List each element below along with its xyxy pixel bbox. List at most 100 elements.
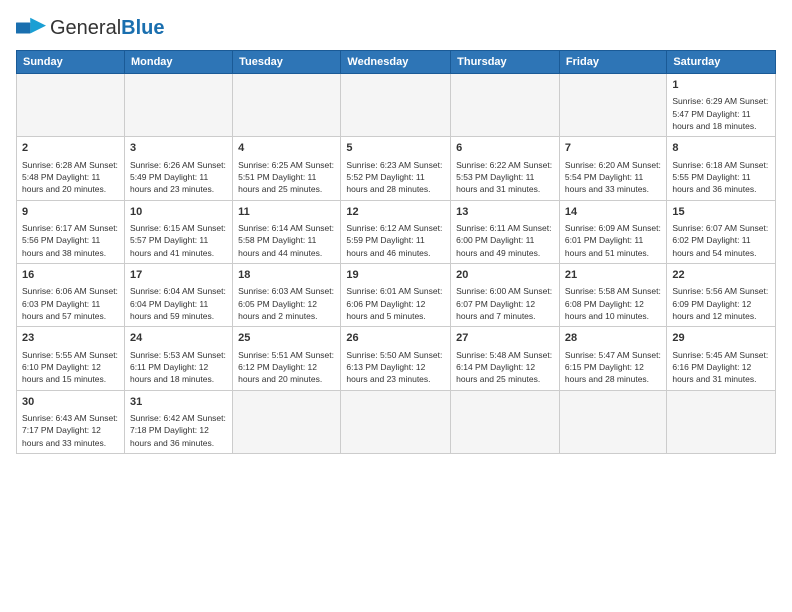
day-info: Sunrise: 6:17 AM Sunset: 5:56 PM Dayligh… (22, 222, 119, 259)
table-row (451, 390, 560, 453)
day-number: 30 (22, 395, 119, 410)
day-info: Sunrise: 6:12 AM Sunset: 5:59 PM Dayligh… (346, 222, 445, 259)
calendar-table: Sunday Monday Tuesday Wednesday Thursday… (16, 50, 776, 454)
day-number: 8 (672, 141, 770, 156)
day-number: 4 (238, 141, 335, 156)
calendar-header-row: Sunday Monday Tuesday Wednesday Thursday… (17, 51, 776, 74)
col-thursday: Thursday (451, 51, 560, 74)
day-number: 7 (565, 141, 661, 156)
table-row (341, 390, 451, 453)
table-row: 3Sunrise: 6:26 AM Sunset: 5:49 PM Daylig… (124, 137, 232, 200)
calendar-week-row: 30 Sunrise: 6:43 AM Sunset: 7:17 PM Dayli… (17, 390, 776, 453)
table-row: 19 Sunrise: 6:01 AM Sunset: 6:06 PM Dayli… (341, 263, 451, 326)
day-number: 2 (22, 141, 119, 156)
day-info: Sunrise: 6:03 AM Sunset: 6:05 PM Dayligh… (238, 285, 335, 322)
day-info: Sunrise: 5:45 AM Sunset: 6:16 PM Dayligh… (672, 349, 770, 386)
table-row (233, 390, 341, 453)
day-info: Sunrise: 6:04 AM Sunset: 6:04 PM Dayligh… (130, 285, 227, 322)
table-row: 31 Sunrise: 6:42 AM Sunset: 7:18 PM Dayli… (124, 390, 232, 453)
table-row: 6Sunrise: 6:22 AM Sunset: 5:53 PM Daylig… (451, 137, 560, 200)
day-number: 23 (22, 331, 119, 346)
day-number: 22 (672, 268, 770, 283)
col-monday: Monday (124, 51, 232, 74)
day-number: 26 (346, 331, 445, 346)
logo: GeneralBlue (16, 16, 165, 40)
header: GeneralBlue (16, 16, 776, 40)
table-row (17, 74, 125, 137)
table-row (667, 390, 776, 453)
day-info: Sunrise: 5:50 AM Sunset: 6:13 PM Dayligh… (346, 349, 445, 386)
day-number: 6 (456, 141, 554, 156)
table-row: 5Sunrise: 6:23 AM Sunset: 5:52 PM Daylig… (341, 137, 451, 200)
day-info: Sunrise: 6:25 AM Sunset: 5:51 PM Dayligh… (238, 159, 335, 196)
day-number: 20 (456, 268, 554, 283)
col-sunday: Sunday (17, 51, 125, 74)
table-row: 4 Sunrise: 6:25 AM Sunset: 5:51 PM Daylig… (233, 137, 341, 200)
col-saturday: Saturday (667, 51, 776, 74)
table-row: 20 Sunrise: 6:00 AM Sunset: 6:07 PM Dayli… (451, 263, 560, 326)
table-row (341, 74, 451, 137)
table-row: 17Sunrise: 6:04 AM Sunset: 6:04 PM Dayli… (124, 263, 232, 326)
table-row (233, 74, 341, 137)
table-row: 1 Sunrise: 6:29 AM Sunset: 5:47 PM Daylig… (667, 74, 776, 137)
calendar-week-row: 2 Sunrise: 6:28 AM Sunset: 5:48 PM Daylig… (17, 137, 776, 200)
calendar-week-row: 1 Sunrise: 6:29 AM Sunset: 5:47 PM Daylig… (17, 74, 776, 137)
day-info: Sunrise: 6:29 AM Sunset: 5:47 PM Dayligh… (672, 95, 770, 132)
day-info: Sunrise: 5:48 AM Sunset: 6:14 PM Dayligh… (456, 349, 554, 386)
day-number: 9 (22, 205, 119, 220)
day-info: Sunrise: 6:28 AM Sunset: 5:48 PM Dayligh… (22, 159, 119, 196)
table-row: 18 Sunrise: 6:03 AM Sunset: 6:05 PM Dayli… (233, 263, 341, 326)
table-row: 9 Sunrise: 6:17 AM Sunset: 5:56 PM Daylig… (17, 200, 125, 263)
table-row (559, 74, 666, 137)
table-row: 29 Sunrise: 5:45 AM Sunset: 6:16 PM Dayli… (667, 327, 776, 390)
day-info: Sunrise: 6:01 AM Sunset: 6:06 PM Dayligh… (346, 285, 445, 322)
day-info: Sunrise: 6:20 AM Sunset: 5:54 PM Dayligh… (565, 159, 661, 196)
day-info: Sunrise: 6:06 AM Sunset: 6:03 PM Dayligh… (22, 285, 119, 322)
day-info: Sunrise: 6:26 AM Sunset: 5:49 PM Dayligh… (130, 159, 227, 196)
day-number: 25 (238, 331, 335, 346)
table-row: 11 Sunrise: 6:14 AM Sunset: 5:58 PM Dayli… (233, 200, 341, 263)
table-row: 25 Sunrise: 5:51 AM Sunset: 6:12 PM Dayli… (233, 327, 341, 390)
day-info: Sunrise: 5:53 AM Sunset: 6:11 PM Dayligh… (130, 349, 227, 386)
day-info: Sunrise: 5:51 AM Sunset: 6:12 PM Dayligh… (238, 349, 335, 386)
day-number: 19 (346, 268, 445, 283)
day-info: Sunrise: 6:09 AM Sunset: 6:01 PM Dayligh… (565, 222, 661, 259)
day-number: 12 (346, 205, 445, 220)
day-info: Sunrise: 5:58 AM Sunset: 6:08 PM Dayligh… (565, 285, 661, 322)
day-info: Sunrise: 6:15 AM Sunset: 5:57 PM Dayligh… (130, 222, 227, 259)
table-row: 30 Sunrise: 6:43 AM Sunset: 7:17 PM Dayli… (17, 390, 125, 453)
page: GeneralBlue Sunday Monday Tuesday Wednes… (0, 0, 792, 464)
day-number: 18 (238, 268, 335, 283)
col-tuesday: Tuesday (233, 51, 341, 74)
day-number: 21 (565, 268, 661, 283)
day-info: Sunrise: 6:42 AM Sunset: 7:18 PM Dayligh… (130, 412, 227, 449)
table-row: 27 Sunrise: 5:48 AM Sunset: 6:14 PM Dayli… (451, 327, 560, 390)
day-number: 16 (22, 268, 119, 283)
table-row (559, 390, 666, 453)
day-number: 28 (565, 331, 661, 346)
day-info: Sunrise: 6:14 AM Sunset: 5:58 PM Dayligh… (238, 222, 335, 259)
table-row: 10 Sunrise: 6:15 AM Sunset: 5:57 PM Dayli… (124, 200, 232, 263)
table-row: 26 Sunrise: 5:50 AM Sunset: 6:13 PM Dayli… (341, 327, 451, 390)
table-row: 8Sunrise: 6:18 AM Sunset: 5:55 PM Daylig… (667, 137, 776, 200)
day-number: 24 (130, 331, 227, 346)
day-info: Sunrise: 5:55 AM Sunset: 6:10 PM Dayligh… (22, 349, 119, 386)
day-number: 1 (672, 78, 770, 93)
logo-text: GeneralBlue (50, 17, 165, 40)
table-row (124, 74, 232, 137)
calendar-week-row: 23 Sunrise: 5:55 AM Sunset: 6:10 PM Dayli… (17, 327, 776, 390)
day-number: 29 (672, 331, 770, 346)
table-row: 14 Sunrise: 6:09 AM Sunset: 6:01 PM Dayli… (559, 200, 666, 263)
day-info: Sunrise: 6:00 AM Sunset: 6:07 PM Dayligh… (456, 285, 554, 322)
day-number: 15 (672, 205, 770, 220)
table-row: 2 Sunrise: 6:28 AM Sunset: 5:48 PM Daylig… (17, 137, 125, 200)
day-number: 14 (565, 205, 661, 220)
day-number: 10 (130, 205, 227, 220)
table-row: 22Sunrise: 5:56 AM Sunset: 6:09 PM Dayli… (667, 263, 776, 326)
day-number: 27 (456, 331, 554, 346)
day-number: 11 (238, 205, 335, 220)
day-number: 31 (130, 395, 227, 410)
table-row (451, 74, 560, 137)
day-info: Sunrise: 6:43 AM Sunset: 7:17 PM Dayligh… (22, 412, 119, 449)
day-info: Sunrise: 6:11 AM Sunset: 6:00 PM Dayligh… (456, 222, 554, 259)
